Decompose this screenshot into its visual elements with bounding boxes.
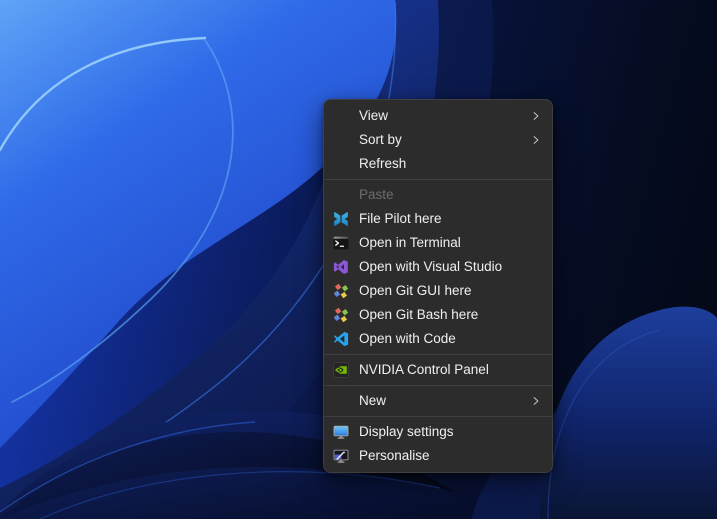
vscode-icon bbox=[333, 331, 349, 347]
menu-item-label: Sort by bbox=[359, 128, 520, 152]
git-icon bbox=[333, 307, 349, 323]
menu-item-open-git-bash-here[interactable]: Open Git Bash here bbox=[324, 303, 552, 327]
menu-item-open-with-visual-studio[interactable]: Open with Visual Studio bbox=[324, 255, 552, 279]
chevron-right-icon bbox=[530, 395, 542, 407]
menu-item-file-pilot-here[interactable]: File Pilot here bbox=[324, 207, 552, 231]
display-settings-icon bbox=[333, 424, 349, 440]
menu-item-label: Refresh bbox=[359, 152, 544, 176]
menu-item-icon-slot bbox=[333, 108, 349, 124]
menu-item-label: New bbox=[359, 389, 520, 413]
menu-item-nvidia-control-panel[interactable]: NVIDIA Control Panel bbox=[324, 358, 552, 382]
menu-item-open-git-gui-here[interactable]: Open Git GUI here bbox=[324, 279, 552, 303]
menu-item-label: Open Git GUI here bbox=[359, 279, 544, 303]
menu-item-sort-by[interactable]: Sort by bbox=[324, 128, 552, 152]
desktop-wallpaper[interactable]: ViewSort byRefreshPasteFile Pilot hereOp… bbox=[0, 0, 717, 519]
menu-item-icon-slot bbox=[333, 187, 349, 203]
menu-item-label: Open with Code bbox=[359, 327, 544, 351]
terminal-icon bbox=[333, 235, 349, 251]
menu-item-label: Personalise bbox=[359, 444, 544, 468]
menu-separator bbox=[324, 354, 552, 355]
file-pilot-icon bbox=[333, 211, 349, 227]
menu-separator bbox=[324, 385, 552, 386]
chevron-right-icon bbox=[530, 134, 542, 146]
menu-item-paste: Paste bbox=[324, 183, 552, 207]
git-icon bbox=[333, 283, 349, 299]
menu-item-label: View bbox=[359, 104, 520, 128]
nvidia-icon bbox=[333, 362, 349, 378]
menu-item-label: Open with Visual Studio bbox=[359, 255, 544, 279]
menu-separator bbox=[324, 179, 552, 180]
menu-separator bbox=[324, 416, 552, 417]
personalise-icon bbox=[333, 448, 349, 464]
menu-item-icon-slot bbox=[333, 132, 349, 148]
menu-item-label: Open in Terminal bbox=[359, 231, 544, 255]
desktop-context-menu: ViewSort byRefreshPasteFile Pilot hereOp… bbox=[323, 99, 553, 473]
menu-item-personalise[interactable]: Personalise bbox=[324, 444, 552, 468]
menu-item-refresh[interactable]: Refresh bbox=[324, 152, 552, 176]
visual-studio-icon bbox=[333, 259, 349, 275]
menu-item-view[interactable]: View bbox=[324, 104, 552, 128]
chevron-right-icon bbox=[530, 110, 542, 122]
menu-item-icon-slot bbox=[333, 156, 349, 172]
menu-item-open-in-terminal[interactable]: Open in Terminal bbox=[324, 231, 552, 255]
menu-item-display-settings[interactable]: Display settings bbox=[324, 420, 552, 444]
menu-item-label: File Pilot here bbox=[359, 207, 544, 231]
menu-item-label: Open Git Bash here bbox=[359, 303, 544, 327]
menu-item-icon-slot bbox=[333, 393, 349, 409]
menu-item-new[interactable]: New bbox=[324, 389, 552, 413]
menu-item-open-with-code[interactable]: Open with Code bbox=[324, 327, 552, 351]
menu-item-label: Display settings bbox=[359, 420, 544, 444]
menu-item-label: NVIDIA Control Panel bbox=[359, 358, 544, 382]
menu-item-label: Paste bbox=[359, 183, 544, 207]
